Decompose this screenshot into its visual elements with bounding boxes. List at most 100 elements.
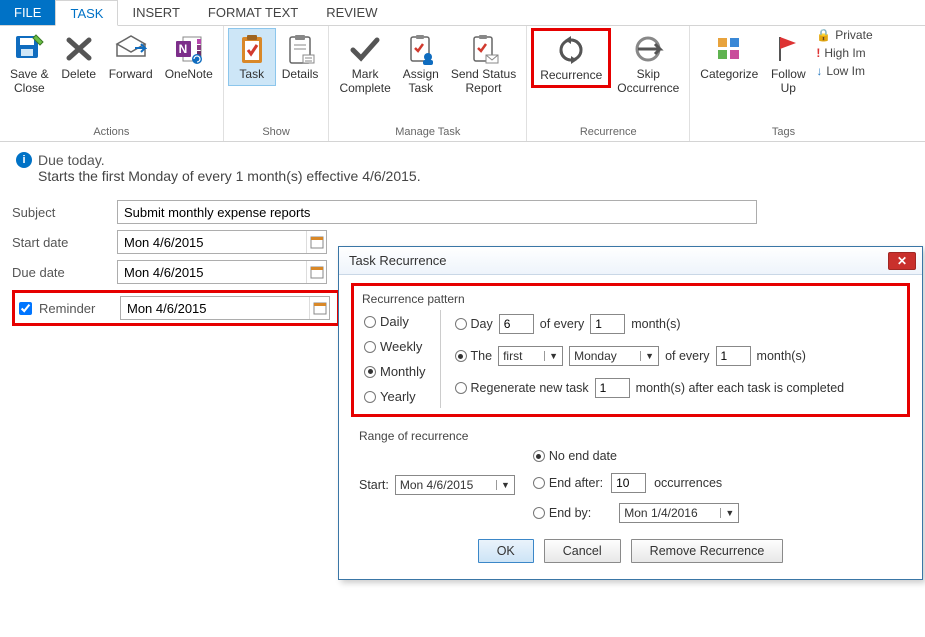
group-manage-task: Mark Complete Assign Task Send Status Re…	[329, 26, 527, 141]
tab-file[interactable]: FILE	[0, 0, 55, 25]
freq-yearly-radio[interactable]: Yearly	[364, 389, 426, 404]
group-tags: Categorize Follow Up 🔒Private !High Im ↓…	[690, 26, 876, 141]
low-importance-icon: ↓	[816, 64, 822, 78]
chevron-down-icon: ▼	[640, 351, 654, 361]
follow-up-button[interactable]: Follow Up	[764, 28, 812, 100]
task-button[interactable]: Task	[228, 28, 276, 86]
row-subject: Subject	[12, 200, 917, 224]
categorize-button[interactable]: Categorize	[694, 28, 764, 86]
occurrences-input[interactable]	[611, 473, 646, 493]
end-by-radio[interactable]: End by:	[533, 506, 591, 520]
save-close-button[interactable]: Save & Close	[4, 28, 55, 100]
assign-task-icon	[404, 32, 438, 66]
reminder-checkbox[interactable]	[19, 302, 32, 315]
forward-button[interactable]: Forward	[103, 28, 159, 86]
group-show: Task Details Show	[224, 26, 330, 141]
calendar-icon[interactable]	[306, 261, 326, 283]
dialog-title: Task Recurrence	[349, 253, 888, 268]
freq-monthly-radio[interactable]: Monthly	[364, 364, 426, 379]
range-title: Range of recurrence	[359, 429, 902, 443]
low-importance-toggle[interactable]: ↓Low Im	[816, 64, 872, 78]
delete-button[interactable]: Delete	[55, 28, 103, 86]
group-actions: Save & Close Delete Forward N OneNote	[0, 26, 224, 141]
onenote-label: OneNote	[165, 68, 213, 82]
delete-icon	[62, 32, 96, 66]
dialog-close-button[interactable]: ✕	[888, 252, 916, 270]
recurrence-icon	[554, 33, 588, 67]
info-line2: Starts the first Monday of every 1 month…	[16, 168, 915, 184]
follow-up-label: Follow Up	[771, 68, 806, 96]
onenote-button[interactable]: N OneNote	[159, 28, 219, 86]
ok-button[interactable]: OK	[478, 539, 534, 563]
group-recurrence: Recurrence Skip Occurrence Recurrence	[527, 26, 690, 141]
onenote-icon: N	[172, 32, 206, 66]
details-button[interactable]: Details	[276, 28, 325, 86]
task-label: Task	[239, 68, 264, 82]
tab-format-text[interactable]: FORMAT TEXT	[194, 0, 312, 25]
checkmark-icon	[348, 32, 382, 66]
mark-complete-button[interactable]: Mark Complete	[333, 28, 396, 100]
assign-task-label: Assign Task	[403, 68, 439, 96]
categorize-label: Categorize	[700, 68, 758, 82]
start-date-input[interactable]	[118, 231, 306, 253]
subject-input[interactable]	[117, 200, 757, 224]
frequency-column: Daily Weekly Monthly Yearly	[362, 310, 441, 408]
reminder-date-input[interactable]	[121, 297, 309, 319]
chevron-down-icon: ▼	[544, 351, 558, 361]
reminder-label: Reminder	[15, 299, 120, 318]
chevron-down-icon: ▼	[720, 508, 734, 518]
pattern-regenerate-radio[interactable]: Regenerate new task	[455, 381, 589, 395]
day-number-input[interactable]	[499, 314, 534, 334]
every-month-input-1[interactable]	[590, 314, 625, 334]
categorize-icon	[712, 32, 746, 66]
send-status-button[interactable]: Send Status Report	[445, 28, 522, 100]
pattern-the-radio[interactable]: The	[455, 349, 493, 363]
private-toggle[interactable]: 🔒Private	[816, 28, 872, 42]
calendar-icon[interactable]	[306, 231, 326, 253]
calendar-icon[interactable]	[309, 297, 329, 319]
delete-label: Delete	[61, 68, 96, 82]
chevron-down-icon: ▼	[496, 480, 510, 490]
no-end-date-radio[interactable]: No end date	[533, 449, 739, 463]
end-by-select[interactable]: Mon 1/4/2016▼	[619, 503, 739, 523]
regenerate-number-input[interactable]	[595, 378, 630, 398]
freq-daily-radio[interactable]: Daily	[364, 314, 426, 329]
skip-label: Skip Occurrence	[617, 68, 679, 96]
due-date-field[interactable]	[117, 260, 327, 284]
skip-occurrence-button[interactable]: Skip Occurrence	[611, 28, 685, 100]
high-importance-toggle[interactable]: !High Im	[816, 46, 872, 60]
recurrence-button[interactable]: Recurrence	[531, 28, 611, 88]
forward-icon	[114, 32, 148, 66]
recurrence-pattern-title: Recurrence pattern	[362, 292, 899, 306]
due-date-input[interactable]	[118, 261, 306, 283]
tab-review[interactable]: REVIEW	[312, 0, 391, 25]
tab-insert[interactable]: INSERT	[118, 0, 193, 25]
info-line1: Due today.	[38, 152, 105, 168]
remove-recurrence-button[interactable]: Remove Recurrence	[631, 539, 784, 563]
range-start-select[interactable]: Mon 4/6/2015▼	[395, 475, 515, 495]
freq-weekly-radio[interactable]: Weekly	[364, 339, 426, 354]
assign-task-button[interactable]: Assign Task	[397, 28, 445, 100]
every-month-input-2[interactable]	[716, 346, 751, 366]
recurrence-pattern-fieldset: Recurrence pattern Daily Weekly Monthly …	[351, 283, 910, 417]
start-date-field[interactable]	[117, 230, 327, 254]
mark-complete-label: Mark Complete	[339, 68, 390, 96]
row-reminder: Reminder	[12, 290, 340, 326]
pattern-day-radio[interactable]: Day	[455, 317, 493, 331]
end-after-radio[interactable]: End after:	[533, 476, 603, 490]
start-date-label: Start date	[12, 235, 117, 250]
details-clipboard-icon	[283, 32, 317, 66]
cancel-button[interactable]: Cancel	[544, 539, 621, 563]
tab-bar: FILE TASK INSERT FORMAT TEXT REVIEW	[0, 0, 925, 26]
recurrence-label: Recurrence	[540, 69, 602, 83]
tab-task[interactable]: TASK	[55, 0, 118, 26]
send-status-icon	[467, 32, 501, 66]
dayofweek-select[interactable]: Monday▼	[569, 346, 659, 366]
reminder-date-field[interactable]	[120, 296, 330, 320]
task-clipboard-icon	[235, 32, 269, 66]
group-show-label: Show	[228, 124, 325, 141]
ordinal-select[interactable]: first▼	[498, 346, 563, 366]
save-close-label: Save & Close	[10, 68, 49, 96]
group-manage-label: Manage Task	[333, 124, 522, 141]
range-fieldset: Range of recurrence Start: Mon 4/6/2015▼…	[351, 425, 910, 527]
